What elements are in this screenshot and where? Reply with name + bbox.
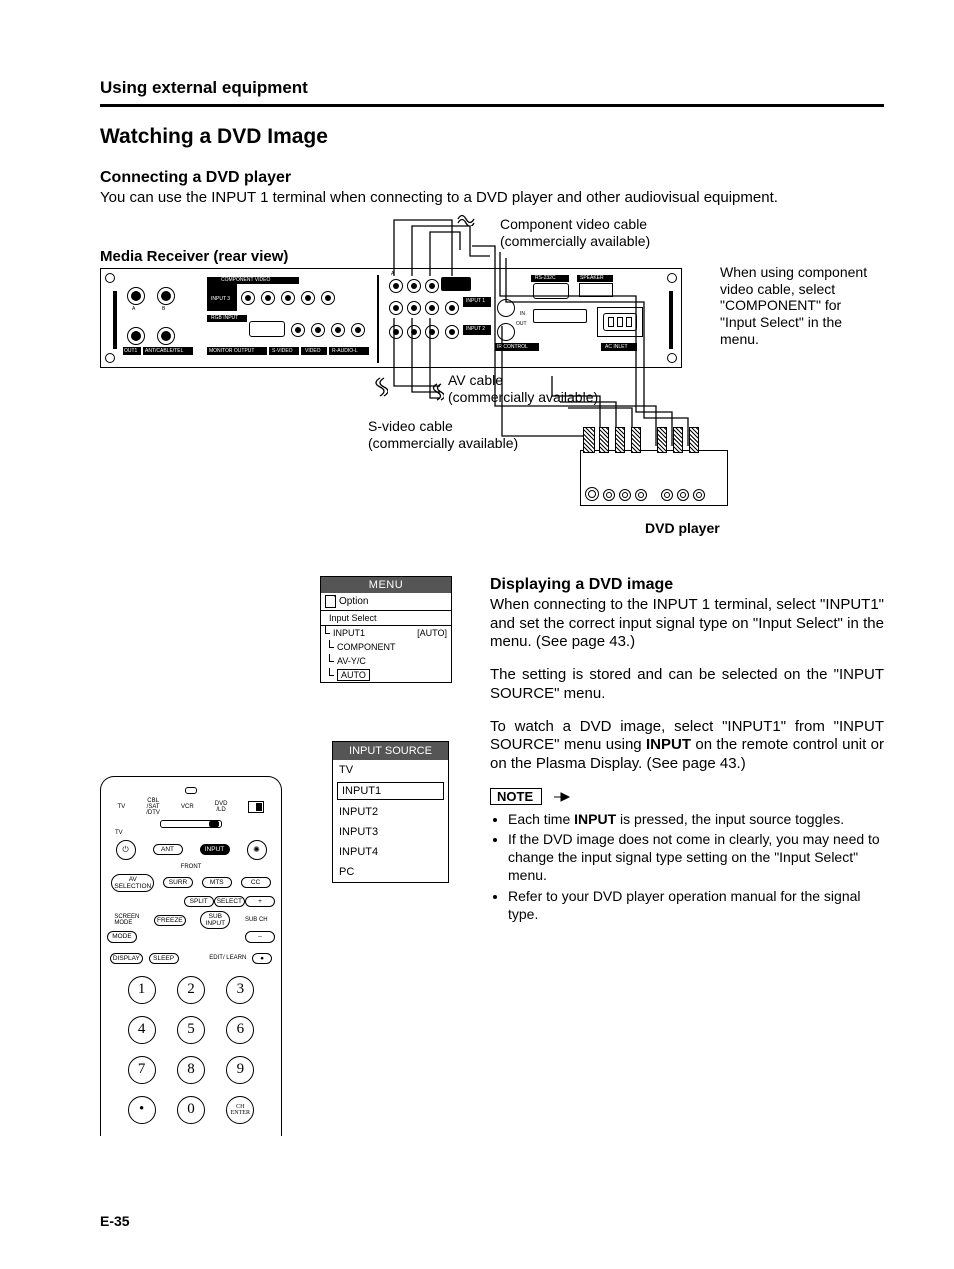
text: AUTO <box>337 669 370 681</box>
input-source-item-selected: INPUT1 <box>337 782 444 800</box>
minus-button[interactable]: – <box>245 931 275 942</box>
num-7[interactable]: 7 <box>128 1056 156 1084</box>
text: INPUT1 <box>333 628 365 638</box>
label: FRONT <box>101 864 281 870</box>
input-source-item: INPUT4 <box>333 842 448 862</box>
menu-row-auto: AUTO <box>321 668 451 682</box>
num-6[interactable]: 6 <box>226 1016 254 1044</box>
connection-diagram: Media Receiver (rear view) Component vid… <box>100 226 884 546</box>
label: SUB CH <box>245 917 268 923</box>
num-9[interactable]: 9 <box>226 1056 254 1084</box>
displaying-heading: Displaying a DVD image <box>490 576 884 594</box>
input-source-item: TV <box>333 760 448 780</box>
input-source-osd: INPUT SOURCE TV INPUT1 INPUT2 INPUT3 INP… <box>332 741 449 883</box>
menu-row-input-select: Input Select <box>321 610 451 625</box>
mts-button[interactable]: MTS <box>202 877 232 888</box>
label: DVD /LD <box>215 801 228 813</box>
displaying-p1: When connecting to the INPUT 1 terminal,… <box>490 596 884 652</box>
text: Input Select <box>329 613 377 623</box>
divider <box>100 104 884 107</box>
num-2[interactable]: 2 <box>177 976 205 1004</box>
text: INPUT <box>646 736 691 753</box>
section-header: Using external equipment <box>100 78 884 98</box>
menu-row-option: Option <box>321 593 451 610</box>
input-source-item: INPUT3 <box>333 822 448 842</box>
text: Each time <box>508 811 574 827</box>
note-label: NOTE <box>490 788 542 805</box>
label: TV <box>115 830 281 836</box>
av-selection-button[interactable]: AV SELECTION <box>111 874 154 892</box>
mode-button[interactable]: MODE <box>107 931 137 942</box>
ant-button[interactable]: ANT <box>153 844 183 855</box>
surr-button[interactable]: SURR <box>163 877 193 888</box>
page-number: E-35 <box>100 1213 130 1229</box>
note-block: NOTE Each time INPUT is pressed, the inp… <box>490 788 884 923</box>
menu-row-avyc: AV-Y/C <box>321 654 451 668</box>
power-button[interactable]: ⏻ <box>116 840 136 860</box>
menu-row-component: COMPONENT <box>321 640 451 654</box>
ch-enter-button[interactable]: CH ENTER <box>226 1096 254 1124</box>
num-0[interactable]: 0 <box>177 1096 205 1124</box>
text: INPUT <box>574 811 616 827</box>
text: [AUTO] <box>417 628 447 638</box>
sleep-button[interactable]: SLEEP <box>149 953 179 964</box>
input-source-item: PC <box>333 862 448 882</box>
connecting-body: You can use the INPUT 1 terminal when co… <box>100 189 884 208</box>
note-arrow-icon <box>553 792 571 802</box>
light-button[interactable]: ✺ <box>247 840 267 860</box>
plus-button[interactable]: + <box>245 896 275 907</box>
text: Option <box>339 596 368 607</box>
num-5[interactable]: 5 <box>177 1016 205 1044</box>
menu-row-input1: INPUT1 [AUTO] <box>321 625 451 640</box>
input-source-title: INPUT SOURCE <box>333 742 448 760</box>
select-button[interactable]: SELECT <box>214 896 245 907</box>
num-3[interactable]: 3 <box>226 976 254 1004</box>
text: AV-Y/C <box>337 656 366 666</box>
num-1[interactable]: 1 <box>128 976 156 1004</box>
label: EDIT/ LEARN <box>209 955 246 961</box>
dvd-player-panel <box>580 450 728 506</box>
note-bullet: Refer to your DVD player operation manua… <box>508 887 884 923</box>
page-title: Watching a DVD Image <box>100 125 884 149</box>
menu-title: MENU <box>321 577 451 593</box>
sub-input-button[interactable]: SUB INPUT <box>200 911 230 929</box>
menu-osd: MENU Option Input Select INPUT1 [AUTO] CO… <box>320 576 452 683</box>
text: is pressed, the input source toggles. <box>616 811 844 827</box>
input-source-item: INPUT2 <box>333 802 448 822</box>
label: SCREEN MODE <box>114 914 139 926</box>
label: VCR <box>181 804 194 810</box>
displaying-p2: The setting is stored and can be selecte… <box>490 666 884 704</box>
display-button[interactable]: DISPLAY <box>110 953 143 964</box>
displaying-p3: To watch a DVD image, select "INPUT1" fr… <box>490 718 884 774</box>
remote-control: TV CBL /SAT /DTV VCR DVD /LD TV ⏻ ANT IN… <box>100 776 282 1136</box>
connecting-heading: Connecting a DVD player <box>100 169 884 187</box>
label: CBL /SAT /DTV <box>146 798 160 816</box>
num-4[interactable]: 4 <box>128 1016 156 1044</box>
cc-button[interactable]: CC <box>241 877 271 888</box>
note-bullet: Each time INPUT is pressed, the input so… <box>508 810 884 828</box>
num-dot[interactable]: • <box>128 1096 156 1124</box>
label: TV <box>118 804 126 810</box>
learn-button[interactable]: ● <box>252 953 272 964</box>
split-button[interactable]: SPLIT <box>184 896 214 907</box>
num-8[interactable]: 8 <box>177 1056 205 1084</box>
freeze-button[interactable]: FREEZE <box>154 915 186 926</box>
note-bullet: If the DVD image does not come in clearl… <box>508 830 884 885</box>
dvd-player-label: DVD player <box>645 520 720 537</box>
input-button[interactable]: INPUT <box>200 844 230 855</box>
text: COMPONENT <box>337 642 396 652</box>
